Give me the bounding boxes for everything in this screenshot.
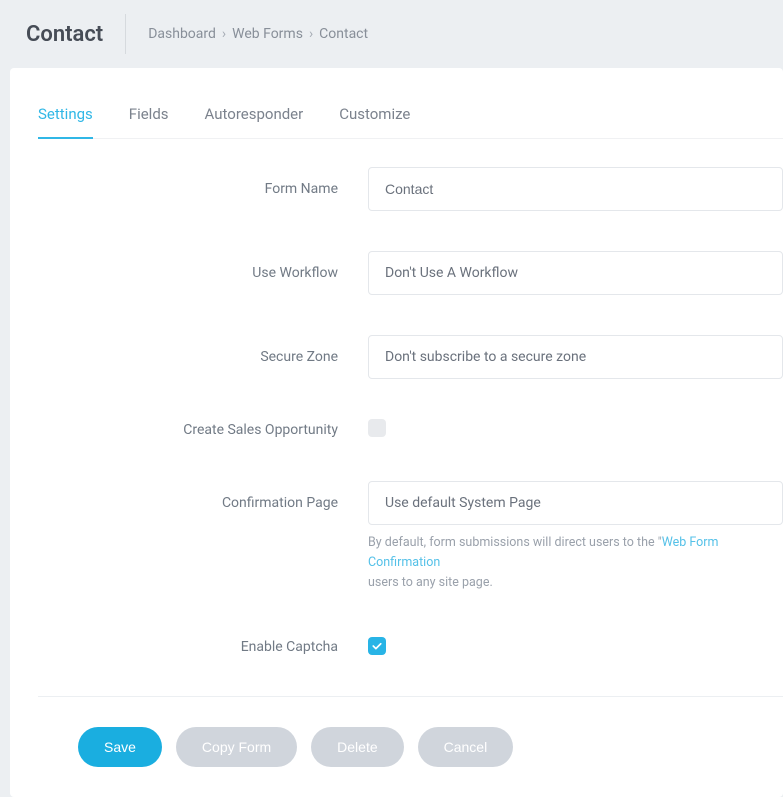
use-workflow-select[interactable]: Don't Use A Workflow	[368, 251, 783, 295]
header-bar: Contact Dashboard › Web Forms › Contact	[0, 0, 783, 68]
confirmation-page-select[interactable]: Use default System Page	[368, 481, 783, 525]
enable-captcha-label: Enable Captcha	[38, 639, 368, 655]
chevron-right-icon: ›	[309, 26, 313, 42]
form-name-input[interactable]	[368, 167, 783, 211]
chevron-right-icon: ›	[222, 26, 226, 42]
check-icon	[371, 640, 383, 652]
delete-button[interactable]: Delete	[311, 727, 403, 767]
enable-captcha-checkbox[interactable]	[368, 637, 386, 655]
cancel-button[interactable]: Cancel	[418, 727, 514, 767]
breadcrumb-item[interactable]: Contact	[319, 26, 368, 42]
tabs: Settings Fields Autoresponder Customize	[38, 68, 783, 139]
button-row: Save Copy Form Delete Cancel	[38, 727, 783, 767]
help-text-prefix: By default, form submissions will direct…	[368, 535, 662, 550]
help-text-suffix: users to any site page.	[368, 575, 493, 590]
main-panel: Settings Fields Autoresponder Customize …	[10, 68, 783, 797]
breadcrumb: Dashboard › Web Forms › Contact	[148, 26, 368, 42]
secure-zone-label: Secure Zone	[38, 349, 368, 365]
save-button[interactable]: Save	[78, 727, 162, 767]
confirmation-page-help: By default, form submissions will direct…	[368, 533, 783, 593]
create-sales-opportunity-checkbox[interactable]	[368, 419, 386, 437]
header-divider	[125, 14, 126, 54]
form-divider	[38, 696, 783, 697]
confirmation-page-label: Confirmation Page	[38, 495, 368, 511]
page-title: Contact	[26, 22, 103, 47]
copy-form-button[interactable]: Copy Form	[176, 727, 297, 767]
breadcrumb-item[interactable]: Dashboard	[148, 26, 216, 42]
tab-settings[interactable]: Settings	[38, 105, 93, 139]
create-sales-opportunity-label: Create Sales Opportunity	[38, 422, 368, 438]
use-workflow-label: Use Workflow	[38, 265, 368, 281]
secure-zone-select[interactable]: Don't subscribe to a secure zone	[368, 335, 783, 379]
tab-autoresponder[interactable]: Autoresponder	[205, 105, 304, 139]
tab-fields[interactable]: Fields	[129, 105, 169, 139]
tab-customize[interactable]: Customize	[339, 105, 410, 139]
breadcrumb-item[interactable]: Web Forms	[232, 26, 303, 42]
form-name-label: Form Name	[38, 181, 368, 197]
